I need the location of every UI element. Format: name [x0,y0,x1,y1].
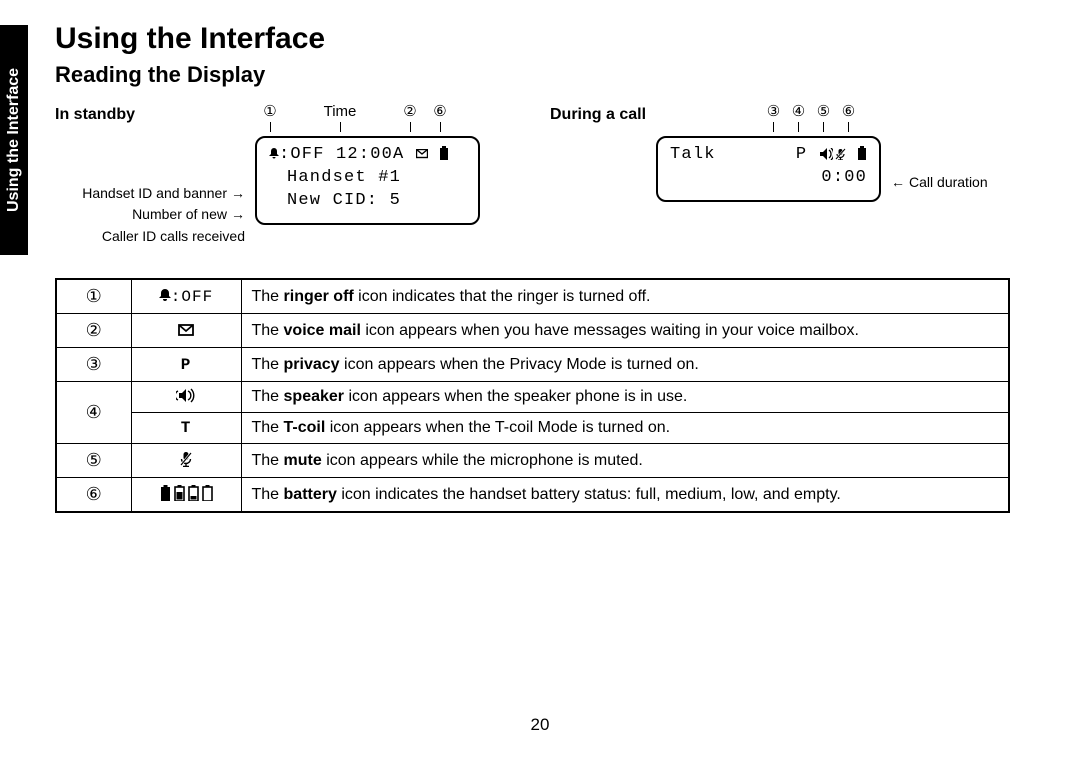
row-description: The privacy icon appears when the Privac… [241,348,1009,382]
mute-icon-cell [131,444,241,478]
table-row: TThe T-coil icon appears when the T-coil… [56,413,1009,444]
battery-icon [857,146,867,160]
row-number: ② [56,314,131,348]
ringer-off-icon-cell: :OFF [131,279,241,314]
icon-table: ①:OFFThe ringer off icon indicates that … [55,278,1010,513]
row-description: The T-coil icon appears when the T-coil … [241,413,1009,444]
row-number: ① [56,279,131,314]
side-tab: Using the Interface [0,25,28,255]
table-row: ④The speaker icon appears when the speak… [56,382,1009,413]
label-handset-banner: Handset ID and banner [55,186,245,201]
diagram-row: In standby Handset ID and banner Number … [55,106,1030,250]
speaker-icon [819,148,833,160]
table-row: ② The voice mail icon appears when you ha… [56,314,1009,348]
page-number: 20 [0,715,1080,735]
row-description: The mute icon appears while the micropho… [241,444,1009,478]
row-number: ③ [56,348,131,382]
standby-diagram: In standby Handset ID and banner Number … [55,106,480,250]
privacy-icon-cell: P [131,348,241,382]
standby-heading: In standby [55,106,245,124]
page-body: Using the Interface Reading the Display … [55,0,1030,513]
row-description: The ringer off icon indicates that the r… [241,279,1009,314]
row-number: ④ [56,382,131,444]
table-row: ⑥ The battery icon indicates the handset … [56,478,1009,513]
voicemail-icon-cell [131,314,241,348]
row-number: ⑤ [56,444,131,478]
standby-lcd: :OFF 12:00A Handset #1New CID: 5 [255,136,480,225]
standby-callouts: ① Time ② ⑥ [255,108,480,132]
battery-icon [439,146,449,160]
during-call-callouts: ③ ④ ⑤ ⑥ [656,108,881,132]
section-subtitle: Reading the Display [55,62,1030,88]
during-call-diagram: During a call ③ ④ ⑤ ⑥ TalkP 0:00 Call du… [550,106,988,250]
during-call-lcd: TalkP 0:00 [656,136,881,202]
bell-icon [269,147,279,160]
label-new-cid-1: Number of new [55,207,245,222]
table-row: ⑤ The mute icon appears while the microph… [56,444,1009,478]
battery-icon-cell [131,478,241,513]
page-title: Using the Interface [55,22,1030,56]
call-duration-label: Call duration [891,106,988,190]
row-description: The voice mail icon appears when you hav… [241,314,1009,348]
mute-icon [835,148,846,160]
during-call-heading: During a call [550,106,646,124]
label-new-cid-2: Caller ID calls received [55,229,245,244]
row-description: The battery icon indicates the handset b… [241,478,1009,513]
table-row: ①:OFFThe ringer off icon indicates that … [56,279,1009,314]
tcoil-icon-cell: T [131,413,241,444]
speaker-icon-cell [131,382,241,413]
row-number: ⑥ [56,478,131,513]
table-row: ③PThe privacy icon appears when the Priv… [56,348,1009,382]
voicemail-icon [416,149,428,160]
row-description: The speaker icon appears when the speake… [241,382,1009,413]
